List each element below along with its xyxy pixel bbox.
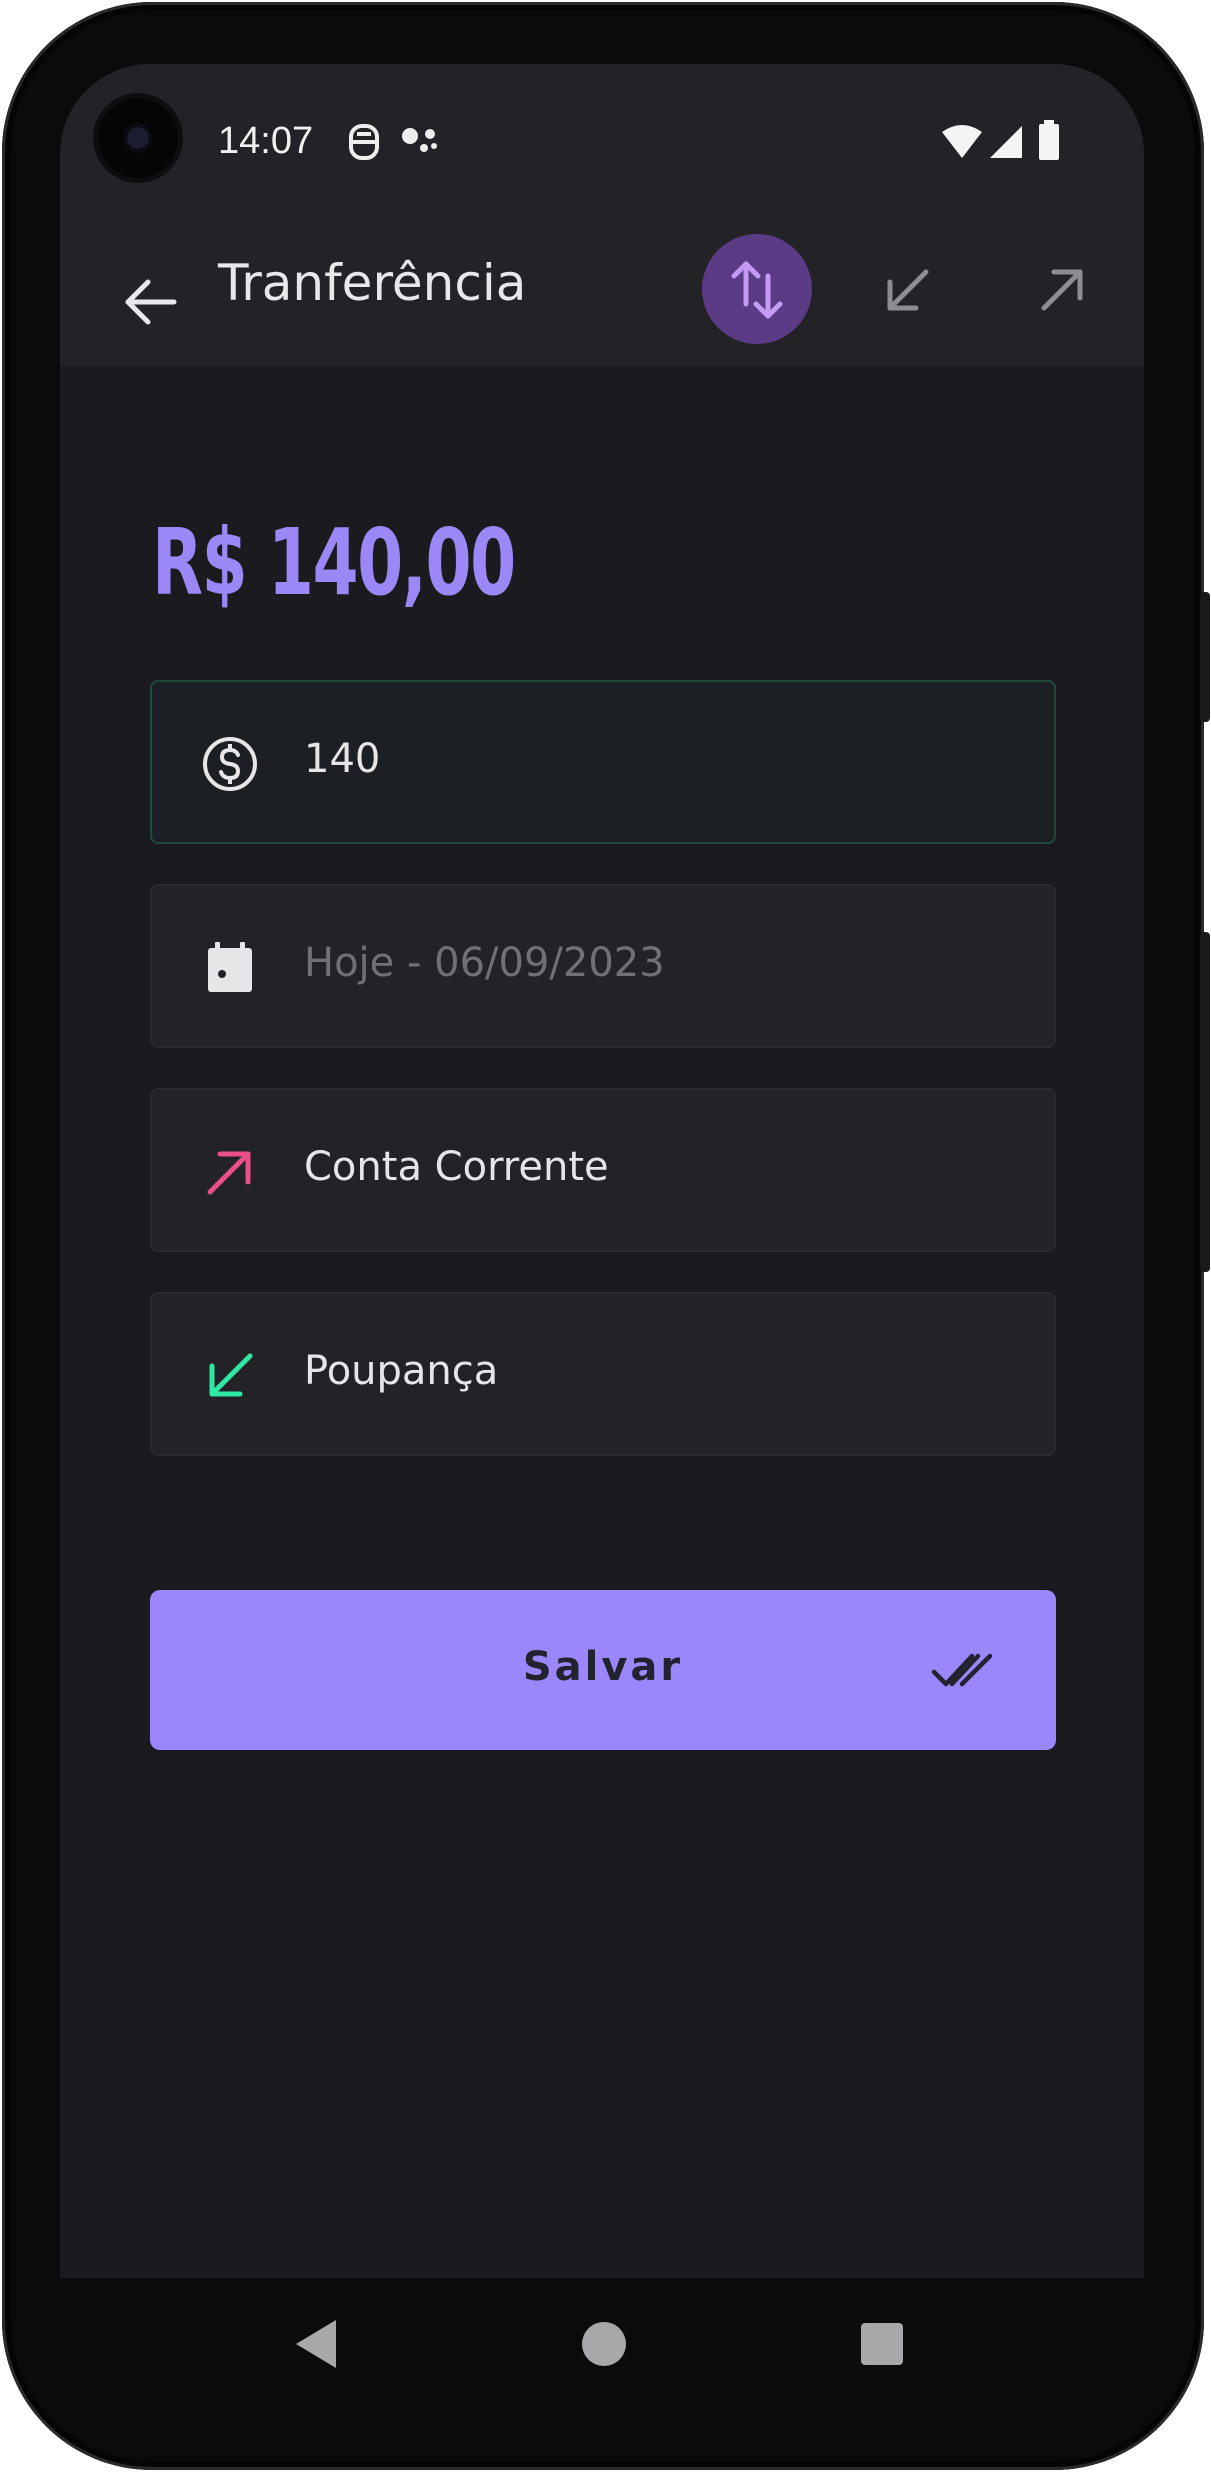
wifi-icon [942, 125, 982, 158]
expense-mode-button[interactable] [1022, 250, 1102, 330]
save-button[interactable]: Salvar [150, 1590, 1056, 1750]
status-time: 14:07 [218, 120, 314, 162]
app-bar [60, 64, 1144, 366]
value-input[interactable]: 140 [150, 680, 1056, 844]
screen: 14:07 Tranferência R$ 140,00 140 Hoje - … [60, 64, 1144, 2278]
nav-back-icon[interactable] [292, 2316, 342, 2372]
save-button-label: Salvar [522, 1644, 684, 1690]
phone-frame: 14:07 Tranferência R$ 140,00 140 Hoje - … [2, 2, 1210, 2470]
date-placeholder: Hoje - 06/09/2023 [304, 940, 665, 986]
destination-account-field[interactable]: Poupança [150, 1292, 1056, 1456]
signal-icon [990, 126, 1022, 158]
nav-home-icon[interactable] [580, 2320, 628, 2368]
source-account-text: Conta Corrente [304, 1144, 609, 1190]
assistant-icon [402, 128, 437, 152]
dollar-circle-icon [203, 737, 257, 791]
power-button [1200, 592, 1210, 722]
nav-recents-icon[interactable] [858, 2320, 906, 2368]
page-title: Tranferência [218, 254, 527, 312]
front-camera [98, 98, 178, 178]
transfer-mode-button[interactable] [702, 234, 812, 344]
value-input-text: 140 [304, 736, 381, 782]
income-mode-button[interactable] [868, 250, 948, 330]
amount-display: R$ 140,00 [152, 509, 516, 616]
arrow-down-left-icon [209, 1353, 253, 1397]
battery-icon [1039, 120, 1059, 160]
date-field[interactable]: Hoje - 06/09/2023 [150, 884, 1056, 1048]
double-check-icon [931, 1653, 993, 1687]
back-arrow-icon[interactable] [110, 262, 190, 342]
calendar-icon [208, 942, 252, 992]
arrow-up-right-icon [207, 1151, 251, 1195]
destination-account-text: Poupança [304, 1348, 499, 1394]
navigation-bar [60, 2278, 1144, 2418]
source-account-field[interactable]: Conta Corrente [150, 1088, 1056, 1252]
volume-button [1200, 932, 1210, 1272]
notification-icon [349, 124, 379, 160]
swap-vertical-icon [731, 261, 783, 319]
